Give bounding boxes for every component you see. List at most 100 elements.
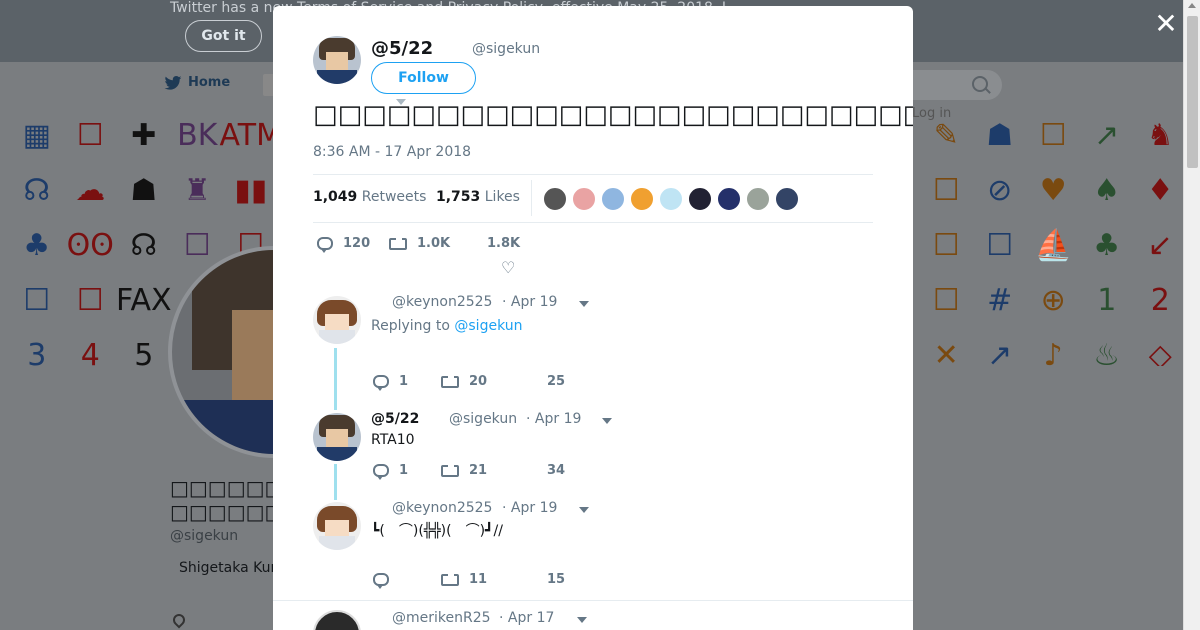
- author-avatar[interactable]: [313, 36, 361, 84]
- reply-date[interactable]: · Apr 19: [526, 411, 581, 427]
- liker-avatar[interactable]: [543, 187, 567, 211]
- emoji-tile: ☗: [130, 173, 158, 208]
- emoji-tile: #: [987, 283, 1013, 318]
- liker-avatar[interactable]: [630, 187, 654, 211]
- reply-avatar[interactable]: [313, 296, 361, 344]
- scroll-up-arrow-icon[interactable]: [1188, 3, 1196, 8]
- emoji-tile: ☐: [23, 283, 51, 318]
- emoji-tile: ATM: [219, 118, 282, 153]
- liker-avatar[interactable]: [717, 187, 741, 211]
- scrollbar[interactable]: [1183, 0, 1200, 630]
- liker-avatar[interactable]: [659, 187, 683, 211]
- emoji-tile: 4: [80, 338, 100, 366]
- tweet-timestamp[interactable]: 8:36 AM - 17 Apr 2018: [313, 144, 471, 160]
- retweet-icon[interactable]: [441, 573, 459, 586]
- emoji-tile: ↗: [987, 338, 1013, 366]
- chevron-down-icon[interactable]: [579, 301, 589, 307]
- retweet-count: 20: [469, 374, 488, 389]
- follow-button[interactable]: Follow: [371, 62, 476, 94]
- emoji-tile: ◇: [1148, 338, 1172, 366]
- emoji-tile: 3: [27, 338, 47, 366]
- liker-avatar[interactable]: [688, 187, 712, 211]
- home-link[interactable]: Home: [164, 75, 230, 90]
- liker-avatar[interactable]: [572, 187, 596, 211]
- thread-line: [334, 348, 337, 410]
- search-input[interactable]: [910, 70, 1002, 100]
- reply-handle[interactable]: @keynon2525: [392, 294, 492, 310]
- scroll-thumb[interactable]: [1187, 16, 1198, 168]
- reply-text: RTA10: [371, 432, 415, 448]
- retweet-icon[interactable]: [389, 237, 407, 250]
- liker-avatar[interactable]: [775, 187, 799, 211]
- like-count: 34: [547, 463, 566, 478]
- reply-icon[interactable]: [317, 237, 333, 253]
- chevron-down-icon[interactable]: [579, 507, 589, 513]
- search-icon[interactable]: [972, 76, 988, 92]
- home-label: Home: [188, 75, 231, 90]
- got-it-button[interactable]: Got it: [185, 20, 262, 52]
- close-icon[interactable]: ✕: [1154, 10, 1178, 38]
- retweet-count: 1,049: [313, 189, 358, 205]
- emoji-tile: ☐: [1039, 118, 1067, 153]
- emoji-tile: ↗: [1094, 118, 1120, 153]
- reply-date[interactable]: · Apr 19: [502, 294, 557, 310]
- like-count: 25: [547, 374, 566, 389]
- replying-to-link[interactable]: @sigekun: [454, 318, 522, 334]
- reply-date[interactable]: · Apr 19: [502, 500, 557, 516]
- reply-avatar[interactable]: [313, 610, 361, 630]
- divider: [531, 180, 532, 216]
- emoji-tile: ☊: [23, 173, 51, 208]
- author-handle[interactable]: @sigekun: [472, 41, 540, 57]
- twitter-bird-icon: [164, 75, 182, 90]
- like-stat[interactable]: 1,753 Likes: [436, 189, 520, 205]
- emoji-tile: BK: [177, 118, 218, 153]
- retweet-icon[interactable]: [441, 464, 459, 477]
- avatar-body: [319, 330, 355, 344]
- tweet-text: □□□□□□□□□□□□□□□□□□□□□□□□□□□□□□□□□□□□□□□□…: [313, 100, 913, 130]
- chevron-down-icon[interactable]: [602, 418, 612, 424]
- avatar-face: [326, 52, 348, 72]
- replying-prefix: Replying to: [371, 318, 450, 334]
- author-name[interactable]: @5/22: [371, 38, 433, 59]
- login-link[interactable]: Log in: [912, 106, 951, 121]
- reply-actions: 11 15: [373, 572, 566, 589]
- liker-avatar[interactable]: [601, 187, 625, 211]
- emoji-tile: ☗: [986, 118, 1014, 153]
- emoji-tile: ☁: [75, 173, 106, 208]
- emoji-tile: ♣: [23, 228, 51, 263]
- retweet-stat[interactable]: 1,049 Retweets: [313, 189, 426, 205]
- emoji-tile: ⛵: [1034, 228, 1072, 263]
- chevron-down-icon[interactable]: [577, 617, 587, 623]
- reply-actions: 1 20 25: [373, 374, 566, 391]
- avatar-shirt: [317, 447, 357, 461]
- avatar-face: [326, 429, 348, 449]
- replying-to: Replying to @sigekun: [371, 318, 523, 334]
- like-label: Likes: [484, 189, 520, 205]
- emoji-tile: ☐: [76, 283, 104, 318]
- liker-avatar[interactable]: [746, 187, 770, 211]
- divider: [313, 174, 873, 175]
- reply-icon[interactable]: [373, 464, 389, 480]
- heart-icon[interactable]: ♡: [501, 258, 515, 277]
- retweet-count: 21: [469, 463, 488, 478]
- emoji-tile: ☐: [986, 228, 1014, 263]
- reply-avatar[interactable]: [313, 413, 361, 461]
- retweet-icon[interactable]: [441, 375, 459, 388]
- reply-date[interactable]: · Apr 17: [499, 610, 554, 626]
- reply-icon[interactable]: [373, 573, 389, 589]
- emoji-tile: 2: [1150, 283, 1170, 318]
- reply-avatar[interactable]: [313, 502, 361, 550]
- divider: [273, 600, 913, 601]
- reply-handle[interactable]: @sigekun: [449, 411, 517, 427]
- like-count: 15: [547, 572, 566, 587]
- emoji-tile: ♠: [1093, 173, 1121, 208]
- emoji-tile: ♥: [1039, 173, 1067, 208]
- emoji-tile: 5: [134, 338, 154, 366]
- emoji-tile: ⊕: [1040, 283, 1066, 318]
- reply-count: 120: [343, 236, 371, 251]
- reply-name[interactable]: @5/22: [371, 411, 419, 427]
- reply-icon[interactable]: [373, 375, 389, 391]
- reply-text: ┗( ⌒)(╬╬)( ⌒)┛//: [371, 523, 503, 539]
- reply-handle[interactable]: @keynon2525: [392, 500, 492, 516]
- reply-handle[interactable]: @merikenR25: [392, 610, 491, 626]
